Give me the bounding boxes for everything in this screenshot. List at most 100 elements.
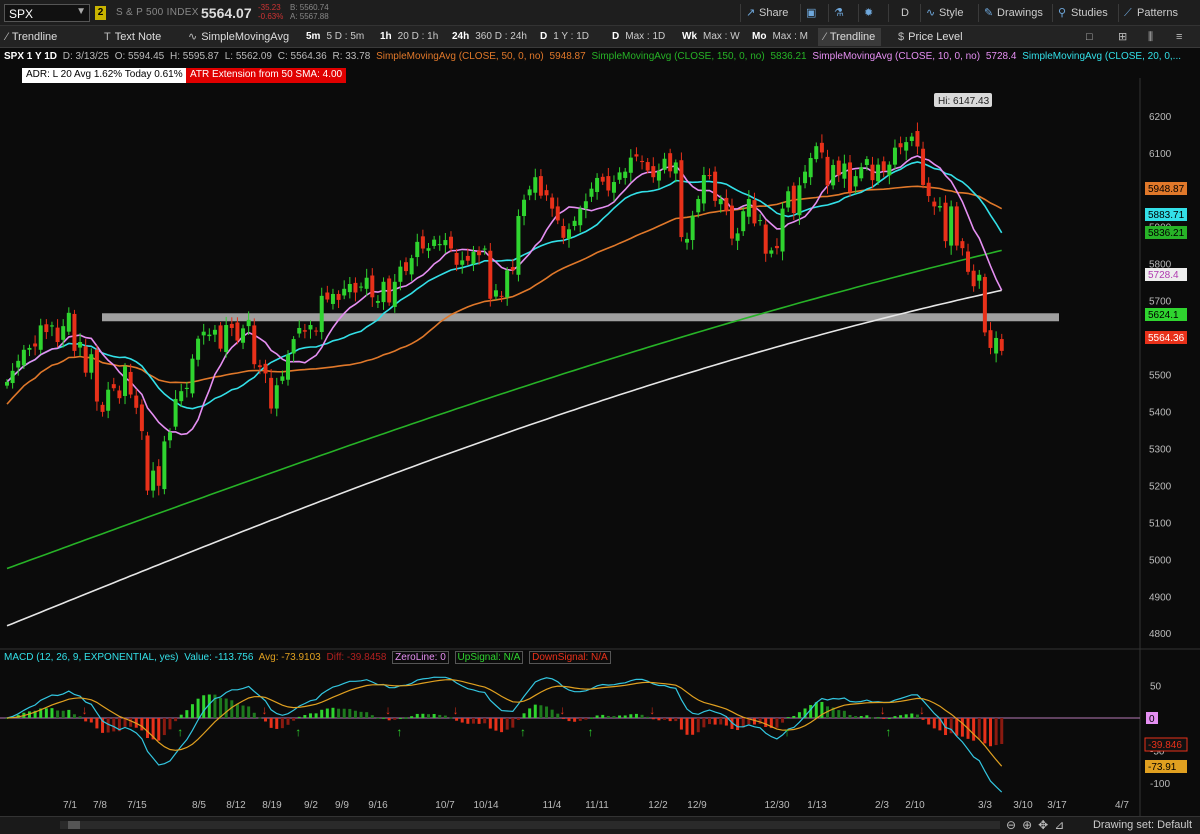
macd-histogram-bar [67,709,71,718]
drawing-set[interactable]: Drawing set: Default [1093,819,1192,831]
sma-tool[interactable]: ∿ SimpleMovingAvg [188,28,289,46]
price-tick-label: 5700 [1149,297,1172,308]
textnote-tool[interactable]: T Text Note [104,28,161,46]
menu-button[interactable]: ≡ [1176,28,1186,46]
horizontal-scrollbar[interactable] [60,821,1000,829]
atr-box: ATR Extension from 50 SMA: 4.00 [186,68,347,83]
macd-histogram-bar [179,714,183,718]
scroll-thumb[interactable] [68,821,80,829]
tf-1y-1d[interactable]: D1 Y : 1D [540,28,589,46]
macd-histogram-bar [910,713,914,718]
macd-histogram-bar [713,718,717,725]
price-level-band[interactable] [102,313,1059,322]
macd-histogram-bar [612,716,616,718]
aggregation-button[interactable]: D [888,4,914,22]
sma-icon: ∿ [188,31,198,43]
down-signal-arrow: ↓ [453,703,459,717]
candle-body [904,142,909,151]
ohlc-open: O: 5594.45 [114,51,165,62]
chevron-down-icon[interactable]: ▼ [76,6,86,17]
trendline-icon: ⁄ [6,31,8,43]
candle-body [881,161,886,171]
macd-histogram-bar [500,718,504,733]
macd-histogram-bar [56,710,60,718]
candle-body [561,225,566,238]
pan-icon[interactable]: ✥ [1038,818,1054,832]
macd-histogram-bar [477,718,481,724]
macd-histogram-bar [533,704,537,718]
price-tick-label: 5500 [1149,371,1172,382]
ohlc-high: H: 5595.87 [169,51,219,62]
chart-icon[interactable]: ⊿ [1054,818,1070,832]
sma150-label[interactable]: SimpleMovingAvg (CLOSE, 150, 0, no) [591,51,764,62]
candle-body [572,220,577,226]
candle-body [173,398,178,427]
macd-histogram-bar [764,718,768,727]
clipboard-button[interactable]: ▣ [800,4,826,22]
candle-body [269,377,274,409]
candle-body [420,236,425,249]
share-button[interactable]: ↗ Share [740,4,788,22]
macd-histogram-bar [314,713,318,718]
studies-button[interactable]: ⚲ Studies [1052,4,1108,22]
candle-body [701,174,706,204]
sma20-label[interactable]: SimpleMovingAvg (CLOSE, 20, 0,... [1022,51,1181,62]
macd-histogram-bar [129,718,133,727]
candle-body [696,199,701,213]
candle-body [859,167,864,179]
macd-histogram-bar [280,718,284,729]
macd-histogram-bar [410,716,414,718]
macd-histogram-bar [398,717,402,719]
price-level-tool[interactable]: $ Price Level [898,28,963,46]
link-badge[interactable]: 2 [95,6,106,20]
candle-body [488,250,493,299]
candle-body [10,370,15,384]
macd-last-tag-text: -39.846 [1148,740,1182,751]
index-name: S & P 500 INDEX [116,7,199,18]
tf-max-m[interactable]: Mo Max : M [752,28,808,46]
tf-20d-1h[interactable]: 1h 20 D : 1h [380,28,438,46]
candle-body [207,334,212,337]
drawings-button[interactable]: ✎ Drawings [978,4,1043,22]
beaker-button[interactable]: ⚗ [828,4,854,22]
tf-max-w[interactable]: Wk Max : W [682,28,740,46]
candle-body [145,435,150,491]
grid-layout-button[interactable]: ⊞ [1118,28,1131,46]
candle-body [718,199,723,205]
candle-body [949,206,954,246]
sma10-label[interactable]: SimpleMovingAvg (CLOSE, 10, 0, no) [812,51,980,62]
columns-button[interactable]: ⫼ [1148,28,1157,46]
symbol-input[interactable]: SPX ▼ [4,4,90,22]
macd-histogram-bar [977,718,981,740]
sma50-label[interactable]: SimpleMovingAvg (CLOSE, 50, 0, no) [376,51,544,62]
maximize-button[interactable]: □ [1086,28,1097,46]
candle-body [94,349,99,402]
active-trendline-tool[interactable]: ⁄ Trendline [818,28,882,46]
candle-body [752,200,757,224]
tf-5d-5m[interactable]: 5m 5 D : 5m [306,28,364,46]
zoom-controls[interactable]: ⊖⊕✥⊿ [1006,818,1070,832]
macd-histogram-bar [235,703,239,718]
tf-max-1d[interactable]: D Max : 1D [612,28,665,46]
macd-histogram-bar [921,718,925,720]
zoom-out-icon[interactable]: ⊖ [1006,818,1022,832]
down-signal-arrow: ↓ [880,703,886,717]
candle-body [27,347,32,350]
patterns-button[interactable]: ⟋ Patterns [1118,4,1178,22]
macd-title[interactable]: MACD (12, 26, 9, EXPONENTIAL, yes) [4,652,179,663]
macd-histogram-bar [202,695,206,718]
macd-histogram-bar [960,718,964,737]
columns-icon: ⫼ [1148,31,1154,43]
candle-body [673,162,678,174]
trendline-tool[interactable]: ⁄ Trendline [6,28,57,46]
style-button[interactable]: ∿ Style [920,4,963,22]
candle-body [308,325,313,330]
price-chart[interactable]: 4800490050005100520053005400550056005700… [0,48,1200,816]
macd-histogram-bar [691,718,695,735]
candle-body [106,389,111,411]
tf-360d-24h[interactable]: 24h 360 D : 24h [452,28,527,46]
chart-title: SPX 1 Y 1D [4,51,57,62]
trendline-icon: ⁄ [824,31,826,43]
settings-button[interactable]: ✹ [858,4,884,22]
zoom-in-icon[interactable]: ⊕ [1022,818,1038,832]
